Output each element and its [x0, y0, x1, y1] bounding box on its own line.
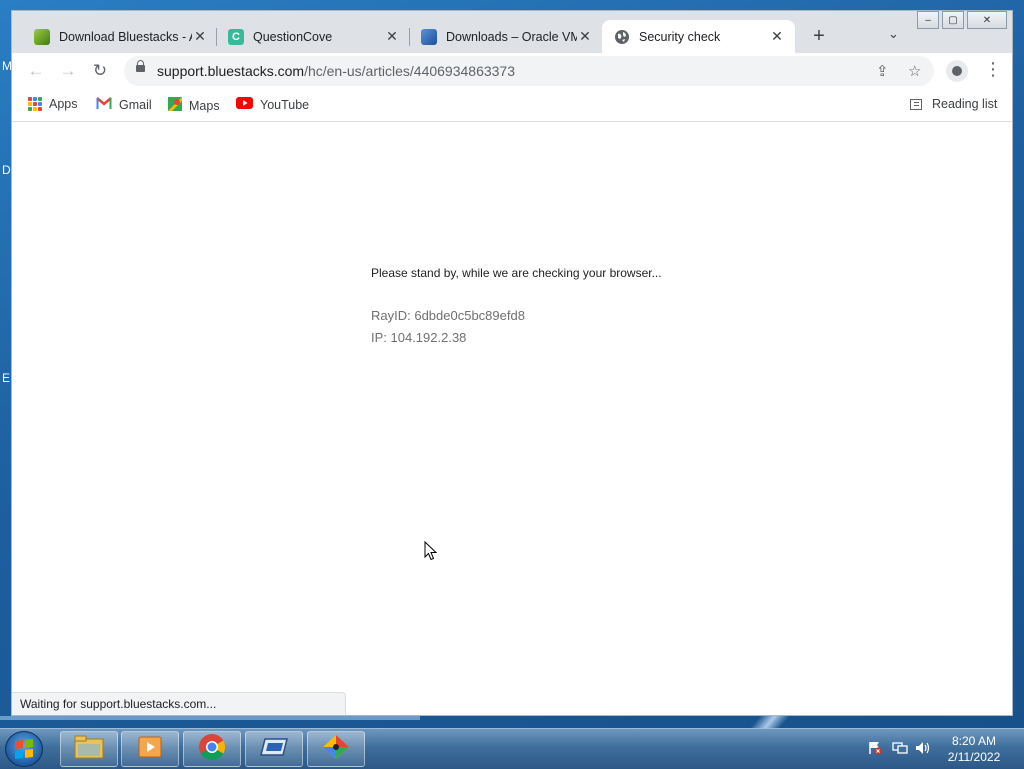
- clock-date: 2/11/2022: [947, 750, 1001, 764]
- bookmark-maps[interactable]: Maps: [168, 97, 220, 114]
- gmail-icon: [96, 97, 112, 112]
- taskbar-media-player[interactable]: [121, 731, 179, 767]
- tab-label: Security check: [639, 29, 721, 44]
- desktop-icon-label: D: [2, 163, 11, 177]
- start-button[interactable]: [5, 731, 43, 767]
- globe-icon: [614, 29, 630, 45]
- mouse-pointer-icon: [424, 540, 438, 566]
- youtube-icon: [236, 97, 253, 112]
- questioncove-icon: C: [228, 28, 244, 45]
- media-player-icon: [137, 735, 163, 764]
- bookmark-label: YouTube: [260, 97, 310, 112]
- virtualbox-icon: [421, 28, 437, 45]
- url-text[interactable]: support.bluestacks.com/hc/en-us/articles…: [157, 63, 515, 79]
- menu-kebab-icon[interactable]: ⋮: [984, 59, 1002, 79]
- tab-oracle-downloads[interactable]: Downloads – Oracle VM ✕: [409, 20, 603, 53]
- url-domain: support.bluestacks.com: [157, 63, 305, 79]
- ip-address: IP: 104.192.2.38: [371, 330, 467, 345]
- taskbar-file-explorer[interactable]: [60, 731, 118, 767]
- lock-icon: [136, 60, 145, 72]
- taskbar-chrome[interactable]: [183, 731, 241, 767]
- bookmark-youtube[interactable]: YouTube: [236, 97, 309, 112]
- network-icon[interactable]: [892, 741, 908, 758]
- tab-strip: Download Bluestacks - A ✕ C QuestionCove…: [12, 11, 1012, 53]
- address-bar[interactable]: support.bluestacks.com/hc/en-us/articles…: [124, 56, 934, 86]
- page-content: Please stand by, while we are checking y…: [12, 122, 1012, 715]
- action-center-flag-icon[interactable]: [868, 741, 882, 758]
- new-tab-button[interactable]: +: [808, 26, 830, 46]
- reload-button[interactable]: ↻: [88, 59, 112, 83]
- bluestacks-icon: [34, 28, 50, 45]
- reading-list-label: Reading list: [932, 97, 998, 111]
- url-path: /hc/en-us/articles/4406934863373: [304, 63, 516, 79]
- chrome-icon: [198, 733, 226, 766]
- apps-grid-icon: [28, 97, 42, 111]
- taskbar-virtualbox[interactable]: [245, 731, 303, 767]
- tab-bluestacks[interactable]: Download Bluestacks - A ✕: [22, 20, 218, 53]
- close-tab-icon[interactable]: ✕: [192, 28, 208, 45]
- taskbar-bluestacks[interactable]: [307, 731, 365, 767]
- tab-questioncove[interactable]: C QuestionCove ✕: [216, 20, 410, 53]
- volume-icon[interactable]: [915, 741, 931, 758]
- tab-security-check[interactable]: Security check ✕: [602, 20, 795, 53]
- bookmark-star-icon[interactable]: ☆: [908, 62, 921, 80]
- ray-id: RayID: 6dbde0c5bc89efd8: [371, 308, 525, 323]
- maximize-button[interactable]: ▢: [942, 11, 964, 29]
- close-tab-icon[interactable]: ✕: [577, 28, 593, 45]
- bookmark-label: Gmail: [119, 97, 152, 112]
- reading-list-icon: [910, 98, 922, 110]
- close-tab-icon[interactable]: ✕: [769, 28, 785, 45]
- tab-label: QuestionCove: [253, 29, 333, 44]
- clock-time: 8:20 AM: [951, 734, 997, 748]
- bookmark-label: Maps: [189, 98, 220, 113]
- system-clock[interactable]: 8:20 AM 2/11/2022: [940, 733, 1008, 765]
- bluestacks-icon: [321, 733, 351, 766]
- windows-logo-icon: [15, 739, 33, 759]
- maps-icon: [168, 97, 182, 114]
- virtualbox-icon: [259, 736, 289, 763]
- navigation-toolbar: ← → ↻ support.bluestacks.com/hc/en-us/ar…: [12, 53, 1012, 89]
- wallpaper-streak: [749, 716, 791, 728]
- bookmark-label: Apps: [49, 97, 78, 111]
- tab-label: Downloads – Oracle VM: [446, 29, 577, 44]
- tab-label: Download Bluestacks - A: [59, 29, 192, 44]
- back-button[interactable]: ←: [24, 59, 48, 83]
- bookmark-apps[interactable]: Apps: [28, 97, 78, 111]
- minimize-button[interactable]: ‒: [917, 11, 939, 29]
- browser-check-message: Please stand by, while we are checking y…: [371, 266, 662, 280]
- close-window-button[interactable]: ✕: [967, 11, 1007, 29]
- wallpaper-streak: [0, 716, 420, 720]
- reading-list-button[interactable]: Reading list: [910, 97, 997, 111]
- bookmark-gmail[interactable]: Gmail: [96, 97, 152, 112]
- tab-search-chevron-icon[interactable]: ⌄: [888, 26, 899, 42]
- close-tab-icon[interactable]: ✕: [384, 28, 400, 45]
- status-bar: Waiting for support.bluestacks.com...: [12, 692, 346, 715]
- taskbar: 8:20 AM 2/11/2022: [0, 728, 1024, 769]
- folder-icon: [74, 735, 104, 764]
- forward-button[interactable]: →: [56, 59, 80, 83]
- profile-avatar-icon[interactable]: [946, 60, 968, 82]
- share-icon[interactable]: ⇪: [876, 62, 889, 80]
- desktop-icon-label: E: [2, 371, 11, 385]
- bookmarks-bar: Apps Gmail Maps YouTube Reading list: [12, 89, 1012, 122]
- browser-window: Download Bluestacks - A ✕ C QuestionCove…: [11, 10, 1013, 716]
